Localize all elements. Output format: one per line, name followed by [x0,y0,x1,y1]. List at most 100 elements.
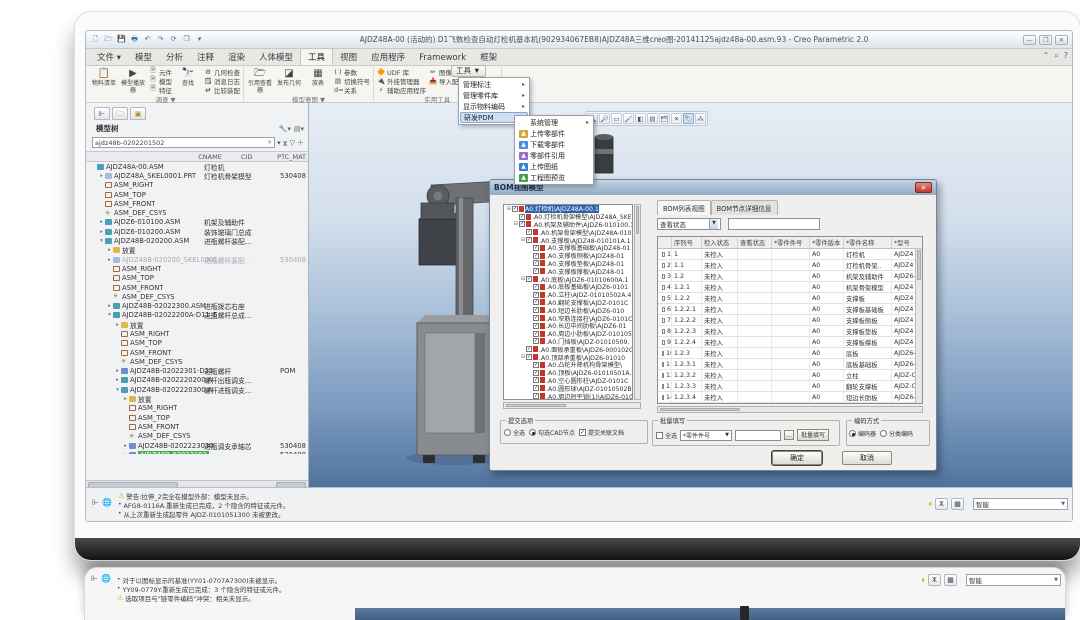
tree-row[interactable]: ASM_FRONT [86,199,308,208]
expand-icon[interactable]: ▸ [114,368,121,374]
bom-checkbox[interactable]: ✓ [533,245,539,251]
tree-row[interactable]: ▸放置 [86,246,308,255]
tree-row[interactable]: ▸AJDZ48B-0202220200.A螺杆出瓶调支... [86,376,308,385]
filter-icon[interactable]: ▽ [290,139,295,147]
add-icon[interactable]: ＋ [297,138,304,148]
clipboard-icon[interactable]: ▦ [951,498,964,510]
strip-filter-combo[interactable]: 智能 ▼ [966,574,1061,586]
特征-button[interactable]: 🗎特征 [149,85,172,94]
bom-table-row[interactable]: 111.2.3.1未检入A0底板基础板AJDZ6- [658,359,922,370]
bom-col-*零件版本[interactable]: *零件版本 [810,237,844,248]
引用查看器-button[interactable]: 🗁引用查看器 [247,67,273,94]
favorites-tab-icon[interactable]: ▣ [130,107,146,120]
regenerate-icon[interactable]: ⟳ [168,34,179,45]
tree-row[interactable]: ASM_TOP [86,190,308,199]
比较装配-button[interactable]: ⇄比较装配 [204,85,240,94]
bom-checkbox[interactable]: ✓ [533,338,539,344]
bom-checkbox[interactable]: ✓ [512,206,518,212]
bom-checkbox[interactable]: ✓ [533,253,539,259]
tree-row[interactable]: ▸AJDZ48A_SKEL0001.PRT灯检机骨架模型530408 [86,171,308,180]
expand-icon[interactable]: ▸ [106,247,113,253]
selection-filter-combo[interactable]: 智能 ▼ [973,498,1068,510]
tools-overflow-button[interactable]: 工具 ▼ [451,65,486,77]
batch-browse-button[interactable]: ... [784,430,794,440]
command-search-icon[interactable]: ⌕ [1054,51,1058,61]
bom-table-row[interactable]: 91.2.2.4未检入A0支撑板撑板AJDZ4 [658,337,922,348]
tree-row[interactable]: ASM_TOP [86,339,308,348]
辅助应用程序-button[interactable]: ⚡辅助应用程序 [377,85,426,94]
row-checkbox[interactable] [662,263,665,268]
col-cid[interactable]: CID [241,153,277,161]
nav-toggle-icon[interactable]: ⊩ [92,498,99,507]
submenu-item-下载零部件[interactable]: ▲下载零部件 [516,139,592,150]
radio-classify-coding[interactable]: 分类编码 [880,429,913,438]
关系-button[interactable]: d=关系 [334,85,370,94]
bom-col-*型号[interactable]: *型号 [892,237,923,248]
bom-table-row[interactable]: 71.2.2.2未检入A0支撑板侧板AJDZ4 [658,315,922,326]
bom-checkbox[interactable]: ✓ [533,385,539,391]
tab-模型[interactable]: 模型 [128,49,159,65]
tree-row[interactable]: ASM_FRONT [86,348,308,357]
tab-分析[interactable]: 分析 [159,49,190,65]
expand-icon[interactable]: ▸ [98,173,105,179]
bom-checkbox[interactable]: ✓ [533,315,539,321]
view-state-input[interactable] [728,218,820,230]
dropdown-icon[interactable]: ▾ [194,34,205,45]
tree-row[interactable]: AJDZ48A-00.ASM灯检机 [86,162,308,171]
bom-checkbox[interactable]: ✓ [526,354,532,360]
expand-icon[interactable]: ▸ [114,322,121,328]
bom-col-检入状态[interactable]: 检入状态 [702,237,738,248]
help-icon[interactable]: ? [1064,51,1068,61]
bom-checkbox[interactable]: ✓ [533,362,539,368]
tree-row[interactable]: ▸AJDZ48B-02022300.ASM进瓶拨芯右座 [86,301,308,310]
bom-tree-hscrollbar[interactable] [503,402,641,409]
查找-button[interactable]: 🔭查找 [175,67,201,88]
tab-注释[interactable]: 注释 [190,49,221,65]
batch-field-dropdown[interactable]: *零件件号▼ [680,430,732,441]
group-label[interactable]: 模型意图 ▼ [247,94,370,103]
row-checkbox[interactable] [662,384,664,389]
tree-row[interactable]: ASM_RIGHT [86,329,308,338]
menu-item-显示物料编码[interactable]: 显示物料编码▸ [460,101,528,112]
spin-center-icon[interactable]: ⁂ [695,113,706,124]
expand-icon[interactable]: ▾ [114,387,121,393]
模型播放器-button[interactable]: ▶模型播放器 [120,67,146,94]
tree-row[interactable]: ASM_FRONT [86,422,308,431]
bom-table-row[interactable]: 141.2.3.4未检入A0短边长肋板AJDZ6- [658,392,922,403]
submenu-item-上传零部件[interactable]: ▲上传零部件 [516,128,592,139]
strip-search-icon[interactable]: 𝈙 [928,574,941,586]
strip-clipboard-icon[interactable]: ▦ [944,574,957,586]
bom-table-vscrollbar[interactable] [915,249,922,404]
bom-checkbox[interactable]: ✓ [533,393,539,399]
expand-icon[interactable]: ▸ [98,219,105,225]
tree-row[interactable]: ASM_TOP [86,274,308,283]
row-checkbox[interactable] [662,351,664,356]
ribbon-collapse-icon[interactable]: ⌃ [1043,51,1050,61]
submenu-item-上传图纸[interactable]: ▲上传图纸 [516,161,592,172]
tree-row[interactable]: ▸AJDZ48B-0202223030进瓶调支承轴芯530408 [86,441,308,450]
bom-checkbox[interactable]: ✓ [533,292,539,298]
model-tree-tab-icon[interactable]: ⊩ [94,107,110,120]
bom-checkbox[interactable]: ✓ [533,299,539,305]
checkbox-related-docs[interactable]: ✓提交关联文档 [579,428,624,437]
tab-工具[interactable]: 工具 [300,48,333,65]
submenu-item-系统管理[interactable]: 系统管理▸ [516,117,592,128]
batch-value-input[interactable] [735,430,781,441]
bom-checkbox[interactable]: ✓ [526,237,532,243]
undo-icon[interactable]: ↶ [142,34,153,45]
tree-row[interactable]: ✳ASM_DEF_CSYS [86,208,308,217]
bom-col-*零件件号[interactable]: *零件件号 [772,237,810,248]
bom-col-*零件名称[interactable]: *零件名称 [844,237,892,248]
row-checkbox[interactable] [662,274,665,279]
bom-checkbox[interactable]: ✓ [533,260,539,266]
bom-checkbox[interactable]: ✓ [526,276,532,282]
发布几何-button[interactable]: ◪发布几何 [276,67,302,88]
expand-icon[interactable]: ▸ [122,443,129,449]
tree-row[interactable]: ▾AJDZ48B-02022200A-D11_5进瓶螺杆总成... [86,311,308,320]
tree-row[interactable]: ✳ASM_DEF_CSYS [86,357,308,366]
batch-fill-button[interactable]: 批量填写 [797,429,829,441]
cancel-button[interactable]: 取消 [842,451,892,465]
tree-settings-icon[interactable]: 🔧▾ [279,125,291,133]
bom-table-row[interactable]: 101.2.3未检入A0底板AJDZ6- [658,348,922,359]
bom-table-row[interactable]: 131.2.3.3未检入A0翻轮支撑板AJDZ-C [658,381,922,392]
